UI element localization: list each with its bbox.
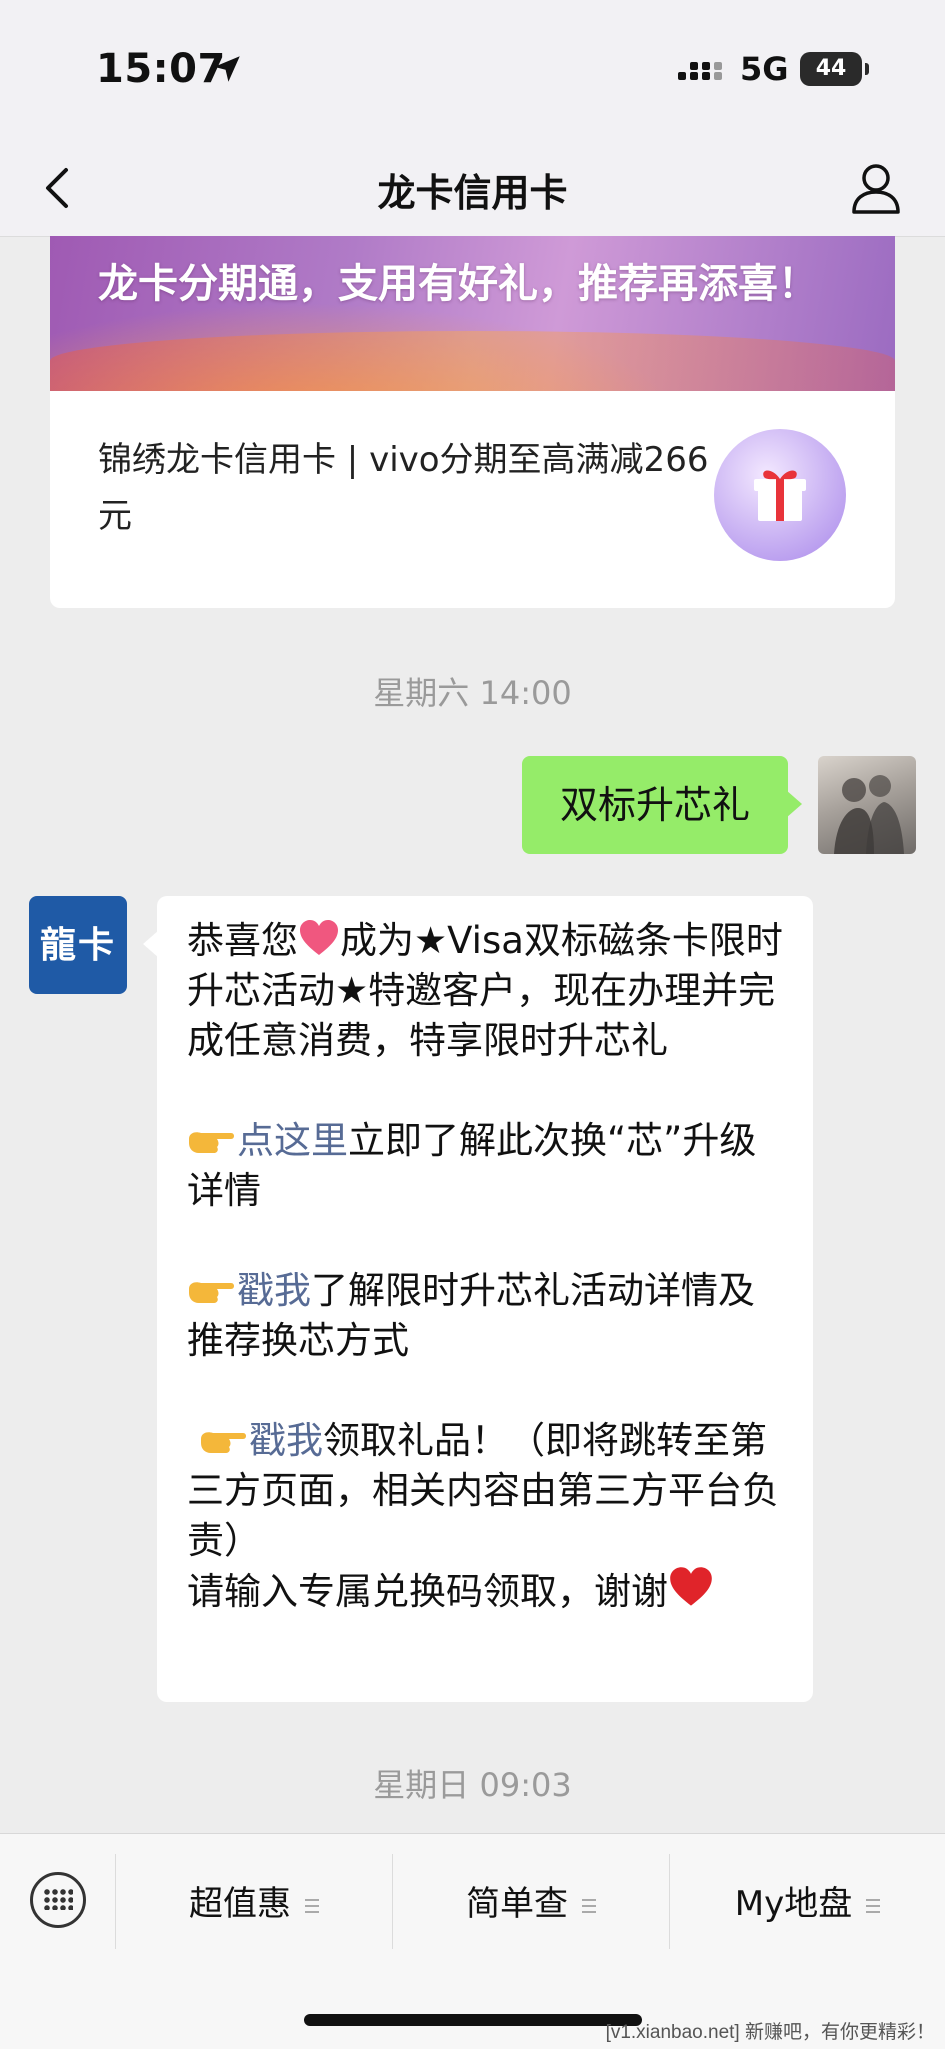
- location-arrow-icon: [214, 56, 240, 82]
- network-type: 5G: [740, 50, 789, 88]
- menu-item-label: 简单查: [466, 1884, 568, 1924]
- gift-icon: [754, 470, 806, 521]
- battery-indicator: 44: [800, 52, 869, 86]
- message-paragraph: 点这里立即了解此次换“芯”升级详情: [187, 1116, 791, 1216]
- sent-message-bubble[interactable]: 双标升芯礼: [522, 756, 802, 854]
- submenu-lines-icon: [582, 1899, 596, 1913]
- message-text: 请输入专属兑换码领取，谢谢: [187, 1570, 668, 1613]
- watermark-text: [v1.xianbao.net] 新赚吧，有你更精彩！: [605, 2022, 935, 2043]
- promo-description: 锦绣龙卡信用卡 | vivo分期至高满减266元: [98, 440, 709, 536]
- received-message-bubble: 恭喜您 成为★Visa双标磁条卡限时升芯活动★特邀客户，现在办理并完成任意消费，特…: [143, 896, 813, 1702]
- promo-card[interactable]: 龙卡分期通，支用有好礼，推荐再添喜！ 锦绣龙卡信用卡 | vivo分期至高满减2…: [50, 236, 895, 608]
- pointing-hand-icon: [189, 1132, 234, 1153]
- chat-title: 龙卡信用卡: [377, 171, 568, 215]
- user-avatar[interactable]: [818, 756, 916, 854]
- activity-details-link[interactable]: 戳我: [237, 1269, 311, 1312]
- bank-avatar[interactable]: 龍卡: [29, 896, 127, 994]
- message-text: 恭喜您: [187, 919, 298, 962]
- bottom-menu-bar: 超值惠 简单查 My地盘 [v1.xianbao.net] 新赚吧，有你更精彩！: [0, 1833, 945, 2049]
- message-paragraph: 请输入专属兑换码领取，谢谢: [187, 1566, 791, 1617]
- promo-banner: 龙卡分期通，支用有好礼，推荐再添喜！: [50, 236, 895, 391]
- menu-item-my-dipan[interactable]: My地盘: [670, 1876, 945, 1932]
- status-time: 15:07: [96, 46, 226, 92]
- keyboard-toggle-icon[interactable]: [30, 1872, 86, 1928]
- signal-icon: [678, 62, 722, 80]
- timestamp-divider: 星期日 09:03: [373, 1766, 572, 1804]
- home-indicator[interactable]: [304, 2014, 642, 2026]
- banner-text: 龙卡分期通，支用有好礼，推荐再添喜！: [98, 261, 818, 307]
- profile-icon[interactable]: [850, 160, 902, 214]
- message-paragraph: 戳我了解限时升芯礼活动详情及推荐换芯方式: [187, 1266, 791, 1366]
- heart-icon: [300, 920, 338, 955]
- timestamp-divider: 星期六 14:00: [373, 674, 572, 712]
- submenu-lines-icon: [305, 1899, 319, 1913]
- menu-item-jiandancha[interactable]: 简单查: [393, 1876, 669, 1932]
- menu-item-label: 超值惠: [189, 1884, 291, 1924]
- nav-bar: 龙卡信用卡: [0, 140, 945, 237]
- user-avatar-image: [834, 775, 904, 854]
- status-bar: 15:07 5G 44: [0, 0, 945, 140]
- message-paragraph: 戳我领取礼品！（即将跳转至第三方页面，相关内容由第三方平台负责）: [187, 1416, 791, 1566]
- pointing-hand-icon: [189, 1282, 234, 1303]
- submenu-lines-icon: [866, 1899, 881, 1913]
- gift-badge: [714, 429, 846, 561]
- claim-gift-link[interactable]: 戳我: [249, 1419, 323, 1462]
- menu-item-chaozhihui[interactable]: 超值惠: [116, 1876, 392, 1932]
- banner-ribbon: [50, 331, 895, 391]
- heart-icon: [670, 1567, 712, 1606]
- learn-more-link[interactable]: 点这里: [237, 1119, 348, 1162]
- pointing-hand-icon: [201, 1432, 246, 1453]
- menu-item-label: My地盘: [734, 1884, 853, 1924]
- message-paragraph: 恭喜您 成为★Visa双标磁条卡限时升芯活动★特邀客户，现在办理并完成任意消费，特…: [187, 916, 791, 1066]
